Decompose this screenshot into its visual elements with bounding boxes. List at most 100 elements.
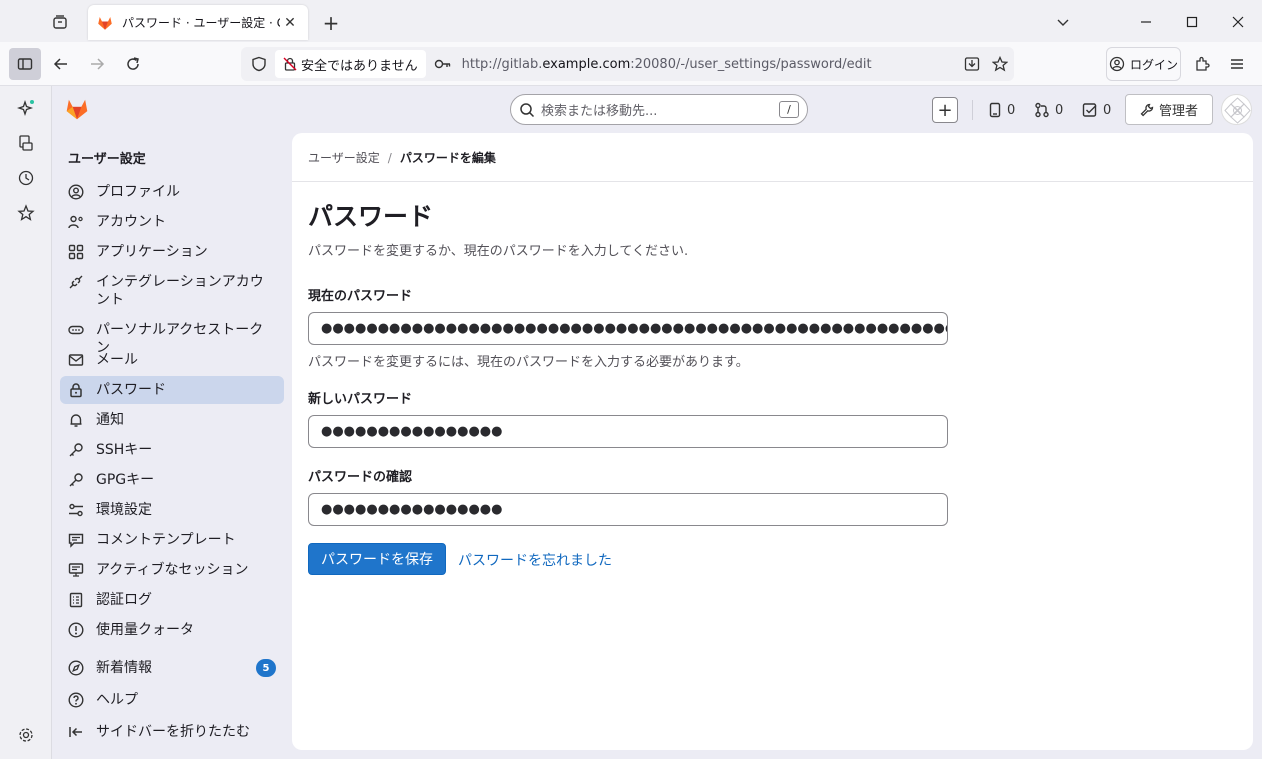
admin-label: 管理者 xyxy=(1158,104,1198,119)
key-icon xyxy=(68,441,84,459)
todos-count: 0 xyxy=(1103,102,1112,118)
help-icon xyxy=(68,691,84,709)
sidebar-item-usage-quotas[interactable]: 使用量クォータ xyxy=(60,616,284,644)
sidebar-whats-new[interactable]: 新着情報 5 xyxy=(60,654,284,682)
forward-icon[interactable] xyxy=(81,48,113,80)
sidebar-item-emails[interactable]: メール xyxy=(60,346,284,374)
sidebar-item-active-sessions[interactable]: アクティブなセッション xyxy=(60,556,284,584)
login-label: ログイン xyxy=(1129,57,1178,72)
sidebar-item-ssh-keys[interactable]: SSHキー xyxy=(60,436,284,464)
global-search-button[interactable]: 検索または移動先... / xyxy=(510,94,808,125)
assigned-issues-button[interactable]: 0 xyxy=(988,98,1015,122)
tracking-shield-icon[interactable] xyxy=(245,56,273,72)
quota-icon xyxy=(68,621,84,639)
whats-new-label: 新着情報 xyxy=(96,660,152,676)
merge-request-icon xyxy=(1035,102,1049,118)
url-host: example.com xyxy=(542,56,631,72)
breadcrumb-separator: / xyxy=(387,150,392,165)
todos-button[interactable]: 0 xyxy=(1082,98,1111,122)
current-password-input[interactable]: ●●●●●●●●●●●●●●●●●●●●●●●●●●●●●●●●●●●●●●●●… xyxy=(308,312,948,345)
issues-icon xyxy=(989,102,1001,118)
sidebar-item-preferences[interactable]: 環境設定 xyxy=(60,496,284,524)
history-icon[interactable] xyxy=(14,166,38,190)
account-icon xyxy=(68,213,84,231)
user-avatar[interactable] xyxy=(1221,94,1252,125)
url-suffix: :20080/-/user_settings/password/edit xyxy=(630,56,872,72)
sidebar-item-auth-log[interactable]: 認証ログ xyxy=(60,586,284,614)
integrations-icon xyxy=(68,273,84,291)
sidebar-item-label: インテグレーションアカウント xyxy=(96,274,264,308)
browser-tab-active[interactable]: パスワード · ユーザー設定 · GitLab ✕ xyxy=(88,5,308,40)
insecure-connection-button[interactable]: 安全ではありません xyxy=(275,50,426,78)
sidebar-item-password[interactable]: パスワード xyxy=(60,376,284,404)
sidebar-item-applications[interactable]: アプリケーション xyxy=(60,238,284,266)
sidebar-item-label: メール xyxy=(96,352,138,368)
list-all-tabs-icon[interactable] xyxy=(1045,8,1081,36)
gitlab-logo-icon[interactable] xyxy=(64,96,90,122)
window-close-icon[interactable] xyxy=(1220,8,1256,36)
account-circle-icon xyxy=(1109,56,1125,72)
comment-icon xyxy=(68,531,84,549)
monitor-icon xyxy=(68,561,84,579)
forgot-password-link[interactable]: パスワードを忘れました xyxy=(458,550,612,570)
token-icon xyxy=(68,321,84,339)
help-label: ヘルプ xyxy=(96,692,138,708)
sidebar-item-profile[interactable]: プロファイル xyxy=(60,178,284,206)
browser-login-button[interactable]: ログイン xyxy=(1106,47,1181,81)
main-content: ユーザー設定 / パスワードを編集 パスワード パスワードを変更するか、現在のパ… xyxy=(292,133,1253,750)
new-password-label: 新しいパスワード xyxy=(308,392,413,407)
key-icon xyxy=(68,471,84,489)
compass-icon xyxy=(68,659,84,677)
wrench-icon xyxy=(1140,103,1154,116)
breadcrumb-root-link[interactable]: ユーザー設定 xyxy=(308,149,380,166)
sidebar-collapse[interactable]: サイドバーを折りたたむ xyxy=(60,718,284,746)
profile-icon xyxy=(68,183,84,201)
new-tab-icon[interactable]: + xyxy=(318,10,344,36)
browser-navbar: 安全ではありません http://gitlab.example.com:2008… xyxy=(0,42,1262,86)
save-password-button[interactable]: パスワードを保存 xyxy=(308,543,446,575)
synced-tabs-icon[interactable] xyxy=(14,131,38,155)
sidebar-item-label: 通知 xyxy=(96,412,124,428)
new-password-input[interactable]: ●●●●●●●●●●●●●●●● xyxy=(308,415,948,448)
search-placeholder: 検索または移動先... xyxy=(541,104,658,119)
tab-title: パスワード · ユーザー設定 · GitLab xyxy=(122,16,280,30)
extensions-icon[interactable] xyxy=(1186,48,1218,80)
menu-icon[interactable] xyxy=(1221,48,1253,80)
sidebar-item-integrations[interactable]: インテグレーションアカウント xyxy=(60,268,284,314)
sidebar-item-gpg-keys[interactable]: GPGキー xyxy=(60,466,284,494)
maximize-icon[interactable] xyxy=(1174,8,1210,36)
current-password-label: 現在のパスワード xyxy=(308,289,413,304)
browser-tab-strip: パスワード · ユーザー設定 · GitLab ✕ + xyxy=(0,0,1262,42)
bookmark-star-icon[interactable] xyxy=(986,56,1014,72)
url-text[interactable]: http://gitlab.example.com:20080/-/user_s… xyxy=(462,57,958,72)
sidebar-item-notifications[interactable]: 通知 xyxy=(60,406,284,434)
back-icon[interactable] xyxy=(45,48,77,80)
minimize-icon[interactable] xyxy=(1128,8,1164,36)
search-shortcut-key: / xyxy=(779,101,799,118)
create-new-button[interactable]: + xyxy=(932,97,958,123)
ai-sparkle-icon[interactable] xyxy=(14,96,38,120)
url-bar[interactable]: 安全ではありません http://gitlab.example.com:2008… xyxy=(241,47,1014,81)
breadcrumb-current[interactable]: パスワードを編集 xyxy=(400,149,496,166)
sidebar-item-comment-templates[interactable]: コメントテンプレート xyxy=(60,526,284,554)
sidebar-toggle-icon[interactable] xyxy=(9,48,41,80)
tab-list-icon[interactable] xyxy=(44,8,76,36)
sidebar-item-account[interactable]: アカウント xyxy=(60,208,284,236)
confirm-password-label: パスワードの確認 xyxy=(308,470,413,485)
gitlab-sidebar: ユーザー設定 プロファイル アカウント アプリケーション インテグレーションアカ… xyxy=(52,136,292,759)
search-icon xyxy=(520,102,535,117)
current-password-help: パスワードを変更するには、現在のパスワードを入力する必要があります。 xyxy=(308,355,749,370)
merge-requests-button[interactable]: 0 xyxy=(1034,98,1063,122)
reload-icon[interactable] xyxy=(117,48,149,80)
password-key-icon[interactable] xyxy=(430,57,456,71)
todo-check-icon xyxy=(1082,103,1097,117)
tab-close-icon[interactable]: ✕ xyxy=(280,13,300,33)
confirm-password-input[interactable]: ●●●●●●●●●●●●●●●● xyxy=(308,493,948,526)
page-title: パスワード xyxy=(308,202,434,231)
sidebar-help[interactable]: ヘルプ xyxy=(60,686,284,714)
customize-sidebar-gear-icon[interactable] xyxy=(14,723,38,747)
log-icon xyxy=(68,591,84,609)
save-page-icon[interactable] xyxy=(958,56,986,72)
admin-area-button[interactable]: 管理者 xyxy=(1125,94,1213,125)
bookmarks-icon[interactable] xyxy=(14,201,38,225)
